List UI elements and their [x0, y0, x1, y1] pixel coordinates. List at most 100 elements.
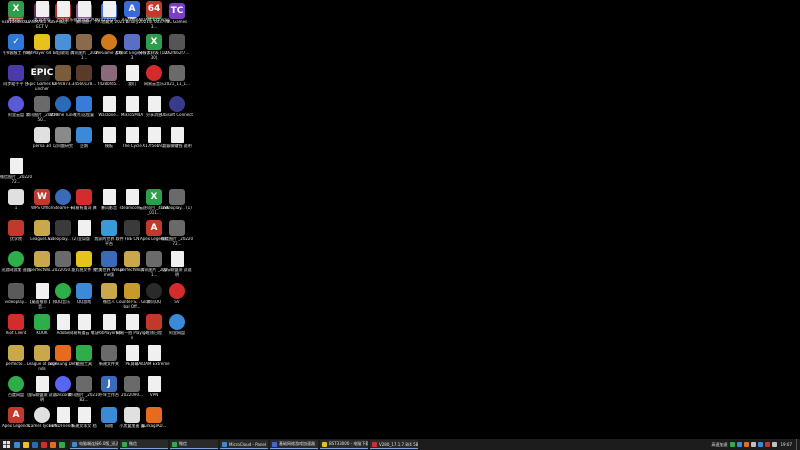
- taskbar-pinned-apps: [12, 439, 66, 450]
- desktop-icon[interactable]: VPN: [139, 375, 169, 406]
- app-icon: [101, 220, 117, 236]
- desktop-icon-label: AIDAM Extreme: [138, 18, 170, 22]
- taskbar-pinned-app[interactable]: [30, 439, 39, 450]
- tray-icon[interactable]: [744, 442, 750, 447]
- desktop-icon[interactable]: EurkaglAD...: [139, 406, 169, 437]
- taskbar-pinned-app[interactable]: [57, 439, 66, 450]
- tray-icon[interactable]: [737, 442, 743, 447]
- app-icon: [146, 314, 162, 330]
- app-icon: ✓: [8, 34, 24, 50]
- app-icon: [77, 314, 91, 330]
- tray-icon[interactable]: [765, 442, 771, 447]
- tray-icon[interactable]: [730, 442, 736, 447]
- app-icon: J: [101, 376, 117, 392]
- desktop-icon[interactable]: 64 AIDAM Extreme: [138, 0, 170, 31]
- taskbar-window-button[interactable]: 基础网络游戏加速器: [270, 440, 318, 449]
- tray-icon[interactable]: [751, 442, 757, 447]
- desktop-icon-label: EurkaglAD...: [141, 424, 167, 428]
- app-icon: A: [146, 220, 162, 236]
- app-icon: [35, 1, 49, 17]
- taskbar-open-windows: 电脑端连接6.0版_迅达... 微信 微信 MicroCloud - Panel 基础网…: [70, 439, 420, 450]
- desktop-icon-label: 超级聊赚钱 说明: [162, 144, 192, 148]
- app-icon: [147, 376, 161, 392]
- app-icon: [76, 96, 92, 112]
- app-icon: [76, 34, 92, 50]
- app-icon: [8, 376, 24, 392]
- taskbar-pinned-app[interactable]: [39, 439, 48, 450]
- app-icon: A: [124, 1, 140, 17]
- app-icon: [8, 314, 24, 330]
- taskbar-window-button[interactable]: BST33000 - 电脑下载...: [320, 440, 368, 449]
- app-icon: [146, 65, 162, 81]
- app-icon: [8, 283, 24, 299]
- desktop-icon-label: VPN: [149, 393, 159, 397]
- show-desktop-button[interactable]: [796, 439, 800, 450]
- app-icon: [35, 283, 49, 299]
- app-icon: [124, 283, 140, 299]
- app-icon: [124, 376, 140, 392]
- desktop-icon[interactable]: 微信图片 _2022072...: [0, 157, 32, 188]
- app-icon: [124, 34, 140, 50]
- window-app-icon: [72, 441, 77, 447]
- taskbar-pinned-app[interactable]: [21, 439, 30, 450]
- desktop-icon[interactable]: 微信图片 _2022072...: [161, 219, 193, 250]
- desktop-icon-label: 2a2f662f7...: [164, 51, 190, 55]
- taskbar-pinned-app[interactable]: [12, 439, 21, 450]
- app-icon: [8, 189, 24, 205]
- taskbar-window-button[interactable]: 电脑端连接6.0版_迅达...: [70, 440, 118, 449]
- desktop-icon[interactable]: 阿里网盘: [162, 313, 192, 344]
- desktop-icon[interactable]: 2021_11_1...: [162, 64, 192, 95]
- taskbar-pinned-app[interactable]: [48, 439, 57, 450]
- app-icon: [102, 314, 116, 330]
- desktop-icon[interactable]: 国际联盟测 试说明: [162, 250, 192, 281]
- app-icon: [169, 314, 185, 330]
- taskbar-window-button[interactable]: V280_17.1.7.8/4 5B...: [370, 440, 418, 449]
- window-app-icon: [372, 441, 377, 447]
- windows-logo-icon: [2, 441, 10, 448]
- app-icon: [77, 407, 91, 423]
- window-title: MicroCloud - Panel: [229, 441, 266, 447]
- clock[interactable]: 19:07: [780, 442, 792, 447]
- app-icon: [125, 65, 139, 81]
- desktop-icon[interactable]: AIDAM Extreme: [138, 344, 170, 375]
- taskbar-window-button[interactable]: 微信: [120, 440, 168, 449]
- tray-icon[interactable]: [758, 442, 764, 447]
- desktop-icon[interactable]: videoplay... (1): [162, 188, 192, 219]
- window-app-icon: [172, 441, 177, 447]
- desktop-icon[interactable]: 2a2f662f7...: [162, 33, 192, 64]
- start-button[interactable]: [0, 439, 12, 450]
- window-title: 微信: [129, 441, 137, 446]
- app-icon: [58, 441, 65, 448]
- taskbar-window-button[interactable]: MicroCloud - Panel: [220, 440, 268, 449]
- window-app-icon: [222, 441, 227, 447]
- tray-label[interactable]: 高速加速: [711, 442, 727, 448]
- app-icon: [101, 65, 117, 81]
- tray-icons: [729, 442, 778, 447]
- app-icon: [35, 376, 49, 392]
- app-icon: [169, 96, 185, 112]
- window-title: 电脑端连接6.0版_迅达...: [79, 441, 118, 446]
- tray-icon[interactable]: [772, 442, 778, 447]
- desktop-icon[interactable]: SV: [162, 282, 192, 313]
- desktop-icon-label: SV: [174, 300, 180, 304]
- app-icon: [169, 189, 185, 205]
- app-icon: [76, 283, 92, 299]
- app-icon: [76, 376, 92, 392]
- app-icon: [125, 314, 139, 330]
- app-icon: [102, 127, 116, 143]
- app-icon: [40, 441, 47, 448]
- app-icon: [125, 345, 139, 361]
- app-icon: [124, 251, 140, 267]
- app-icon: [22, 441, 29, 448]
- desktop-icon[interactable]: Ubisoft Connect: [161, 95, 193, 126]
- app-icon: [169, 34, 185, 50]
- app-icon: [49, 441, 56, 448]
- app-icon: [8, 96, 24, 112]
- window-app-icon: [122, 441, 127, 447]
- app-icon: [101, 345, 117, 361]
- desktop-icon[interactable]: 超级聊赚钱 说明: [162, 126, 192, 157]
- desktop-icon-label: 阿里网盘: [169, 331, 185, 335]
- app-icon: TC: [169, 3, 185, 19]
- app-icon: [124, 220, 140, 236]
- taskbar-window-button[interactable]: 微信: [170, 440, 218, 449]
